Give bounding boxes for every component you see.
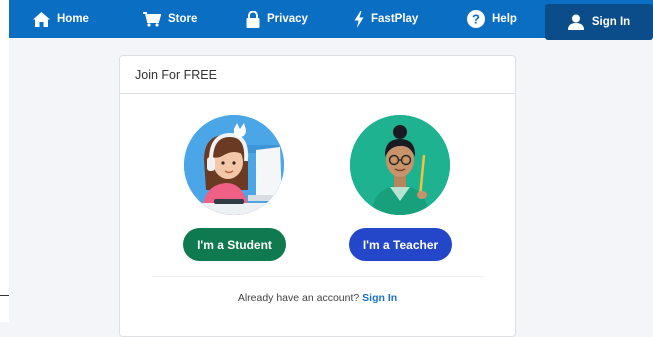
nav-fastplay-label: FastPlay	[371, 13, 419, 25]
nav-store[interactable]: Store	[143, 0, 197, 38]
card-title: Join For FREE	[120, 56, 515, 94]
student-avatar	[184, 115, 284, 215]
nav-home[interactable]: Home	[33, 0, 89, 38]
nav-home-label: Home	[57, 13, 89, 25]
nav-store-label: Store	[168, 13, 198, 25]
nav-signin-label: Sign In	[591, 16, 631, 28]
nav-privacy-label: Privacy	[267, 13, 308, 25]
nav-help[interactable]: ? Help	[467, 0, 517, 38]
nav-privacy[interactable]: Privacy	[246, 0, 308, 38]
teacher-avatar	[350, 115, 450, 215]
nav-help-label: Help	[492, 13, 517, 25]
signin-link[interactable]: Sign In	[362, 292, 397, 304]
teacher-button[interactable]: I'm a Teacher	[349, 228, 452, 261]
user-icon	[567, 14, 584, 30]
cart-icon	[143, 11, 161, 27]
question-icon: ?	[467, 10, 485, 28]
svg-text:?: ?	[472, 12, 480, 27]
left-edge-strip	[0, 0, 9, 322]
account-prompt-line: Already have an account? Sign In	[120, 292, 515, 304]
lock-icon	[246, 10, 260, 28]
left-edge-line	[0, 295, 9, 296]
lightning-icon	[354, 10, 364, 28]
home-icon	[33, 11, 50, 27]
top-navbar: Home Store Privacy FastPlay ? Help Sign …	[9, 0, 653, 40]
student-button[interactable]: I'm a Student	[183, 228, 286, 261]
account-prompt-text: Already have an account?	[237, 292, 360, 304]
card-divider	[152, 276, 484, 277]
nav-signin-button[interactable]: Sign In	[545, 4, 653, 40]
nav-fastplay[interactable]: FastPlay	[354, 0, 418, 38]
join-card: Join For FREE I'm a Student I'm a Teache…	[119, 55, 516, 337]
